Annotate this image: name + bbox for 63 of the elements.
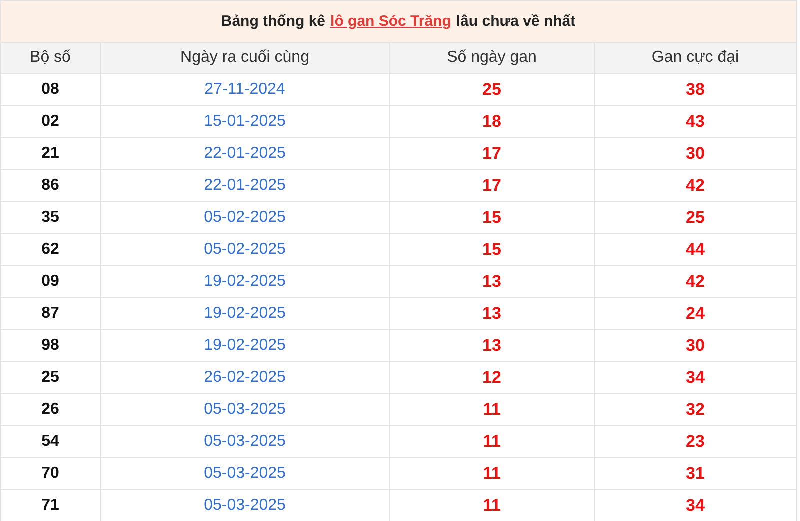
column-header: Số ngày gan: [390, 43, 595, 74]
table-cell: 15: [390, 202, 595, 234]
table-cell: 15: [390, 234, 595, 266]
table-cell: 09: [0, 266, 101, 298]
table-cell: 25: [595, 202, 797, 234]
table-cell: 25: [390, 74, 595, 106]
table-cell: 13: [390, 298, 595, 330]
table-cell: 54: [0, 426, 101, 458]
table-cell: 30: [595, 138, 797, 170]
table-cell: 27-11-2024: [101, 74, 390, 106]
table-cell: 11: [390, 490, 595, 521]
table-cell: 05-02-2025: [101, 202, 390, 234]
table-cell: 19-02-2025: [101, 266, 390, 298]
table-cell: 19-02-2025: [101, 330, 390, 362]
table-cell: 62: [0, 234, 101, 266]
table-cell: 35: [0, 202, 101, 234]
table-cell: 70: [0, 458, 101, 490]
table-cell: 42: [595, 170, 797, 202]
table-cell: 05-03-2025: [101, 426, 390, 458]
table-cell: 38: [595, 74, 797, 106]
table-cell: 22-01-2025: [101, 170, 390, 202]
table-cell: 13: [390, 266, 595, 298]
table-cell: 11: [390, 458, 595, 490]
table-cell: 43: [595, 106, 797, 138]
table-cell: 34: [595, 362, 797, 394]
table-cell: 11: [390, 394, 595, 426]
table-cell: 30: [595, 330, 797, 362]
table-cell: 05-03-2025: [101, 394, 390, 426]
title-text: Bảng thống kê: [221, 13, 326, 30]
table-cell: 42: [595, 266, 797, 298]
table-cell: 98: [0, 330, 101, 362]
table-cell: 11: [390, 426, 595, 458]
table-cell: 17: [390, 170, 595, 202]
table-cell: 86: [0, 170, 101, 202]
table-cell: 13: [390, 330, 595, 362]
table-cell: 25: [0, 362, 101, 394]
table-cell: 26-02-2025: [101, 362, 390, 394]
table-cell: 05-03-2025: [101, 458, 390, 490]
table-cell: 18: [390, 106, 595, 138]
table-cell: 44: [595, 234, 797, 266]
table-cell: 02: [0, 106, 101, 138]
column-header: Bộ số: [0, 43, 101, 74]
column-header: Gan cực đại: [595, 43, 797, 74]
title-link[interactable]: lô gan Sóc Trăng: [330, 13, 452, 30]
table-cell: 12: [390, 362, 595, 394]
table-cell: 71: [0, 490, 101, 521]
table-cell: 05-02-2025: [101, 234, 390, 266]
table-cell: 24: [595, 298, 797, 330]
column-header: Ngày ra cuối cùng: [101, 43, 390, 74]
table-cell: 22-01-2025: [101, 138, 390, 170]
table-cell: 15-01-2025: [101, 106, 390, 138]
table-cell: 17: [390, 138, 595, 170]
table-cell: 87: [0, 298, 101, 330]
table-cell: 19-02-2025: [101, 298, 390, 330]
table-cell: 21: [0, 138, 101, 170]
table-cell: 23: [595, 426, 797, 458]
table-cell: 34: [595, 490, 797, 521]
table-cell: 05-03-2025: [101, 490, 390, 521]
table-cell: 08: [0, 74, 101, 106]
table-cell: 26: [0, 394, 101, 426]
table-cell: 32: [595, 394, 797, 426]
table-cell: 31: [595, 458, 797, 490]
title-text: lâu chưa về nhất: [456, 13, 576, 30]
